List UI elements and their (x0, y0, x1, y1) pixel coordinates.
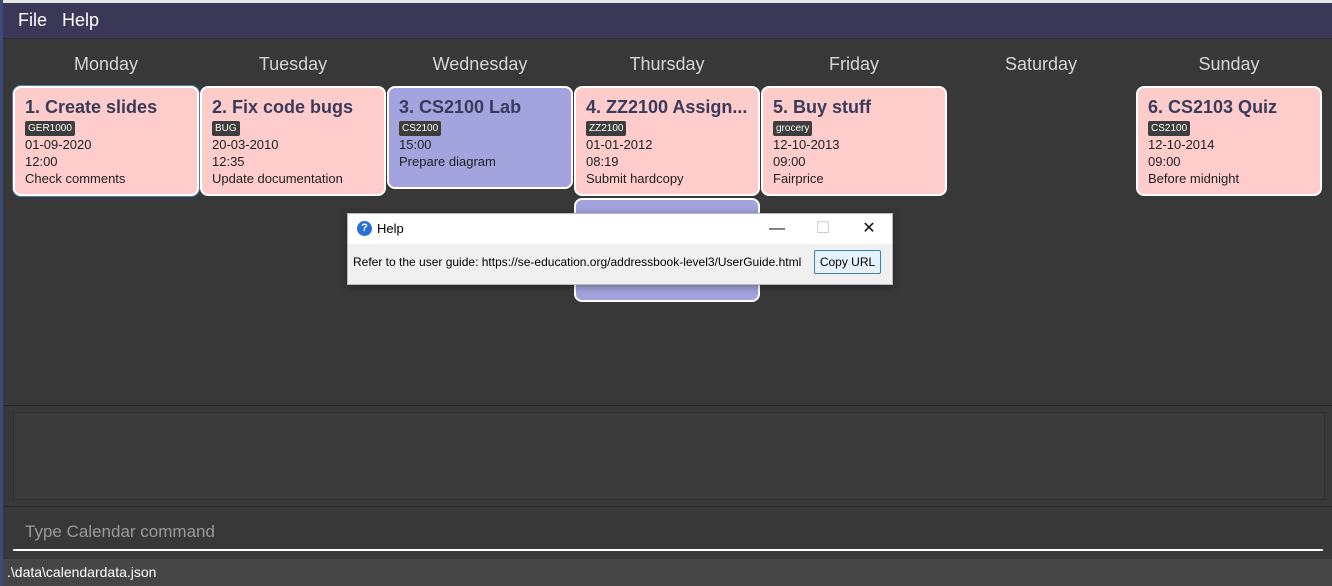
dialog-body: Refer to the user guide: https://se-educ… (348, 244, 892, 284)
event-title: 1. Create slides (25, 97, 158, 117)
result-panel (3, 405, 1332, 506)
event-date: 01-09-2020 (25, 137, 92, 152)
event-description: Prepare diagram (399, 154, 496, 169)
close-button[interactable]: ✕ (846, 214, 892, 244)
event-card[interactable]: 4. ZZ2100 Assign... ZZ2100 01-01-2012 08… (574, 86, 760, 196)
question-icon: ? (357, 221, 372, 236)
event-title: 2. Fix code bugs (212, 97, 354, 117)
help-message: Refer to the user guide: https://se-educ… (353, 255, 802, 269)
minimize-button[interactable]: — (754, 214, 800, 244)
event-time: 09:00 (773, 154, 806, 169)
event-tag: CS2100 (399, 121, 442, 136)
help-dialog: ? Help — ☐ ✕ Refer to the user guide: ht… (347, 213, 893, 285)
event-description: Before midnight (1148, 171, 1240, 186)
event-date: 20-03-2010 (212, 137, 279, 152)
event-date: 01-01-2012 (586, 137, 653, 152)
event-card[interactable]: 2. Fix code bugs BUG 20-03-2010 12:35 Up… (200, 86, 386, 196)
event-title: 5. Buy stuff (773, 97, 872, 117)
day-header-wednesday: Wednesday (432, 54, 528, 74)
event-title: 3. CS2100 Lab (399, 97, 522, 117)
copy-url-button[interactable]: Copy URL (814, 250, 881, 274)
event-description: Fairprice (773, 171, 824, 186)
day-header-sunday: Sunday (1198, 54, 1260, 74)
event-title: 6. CS2103 Quiz (1148, 97, 1278, 117)
event-title: 4. ZZ2100 Assign... (586, 97, 748, 117)
event-time: 15:00 (399, 137, 432, 152)
event-date: 12-10-2013 (773, 137, 840, 152)
event-card[interactable]: 3. CS2100 Lab CS2100 15:00 Prepare diagr… (387, 86, 573, 189)
day-header-saturday: Saturday (1004, 54, 1078, 74)
maximize-button: ☐ (815, 220, 831, 237)
menu-help[interactable]: Help (62, 3, 99, 38)
event-time: 08:19 (586, 154, 619, 169)
event-tag: GER1000 (25, 121, 75, 136)
event-card[interactable]: 1. Create slides GER1000 01-09-2020 12:0… (13, 86, 199, 196)
event-time: 12:35 (212, 154, 245, 169)
day-header-friday: Friday (828, 54, 879, 74)
menu-bar: File Help (3, 3, 1332, 39)
event-time: 09:00 (1148, 154, 1181, 169)
event-description: Submit hardcopy (586, 171, 684, 186)
command-panel (3, 506, 1332, 559)
menu-file[interactable]: File (18, 3, 47, 38)
event-tag: CS2100 (1148, 121, 1191, 136)
event-tag: BUG (212, 121, 240, 136)
event-description: Check comments (25, 171, 126, 186)
event-card[interactable]: 5. Buy stuff grocery 12-10-2013 09:00 Fa… (761, 86, 947, 196)
day-header-tuesday: Tuesday (258, 54, 328, 74)
result-display[interactable] (13, 412, 1325, 500)
event-card[interactable]: 6. CS2103 Quiz CS2100 12-10-2014 09:00 B… (1136, 86, 1322, 196)
dialog-titlebar[interactable]: ? Help — ☐ ✕ (348, 214, 892, 244)
event-tag: ZZ2100 (586, 121, 627, 136)
event-tag: grocery (773, 121, 813, 136)
event-description: Update documentation (212, 171, 343, 186)
dialog-title: Help (377, 221, 404, 236)
save-location: .\data\calendardata.json (7, 564, 157, 580)
command-input[interactable] (13, 515, 1323, 551)
event-date: 12-10-2014 (1148, 137, 1215, 152)
day-header-monday: Monday (73, 54, 139, 74)
status-bar: .\data\calendardata.json (3, 559, 1332, 586)
event-time: 12:00 (25, 154, 58, 169)
day-header-thursday: Thursday (629, 54, 705, 74)
